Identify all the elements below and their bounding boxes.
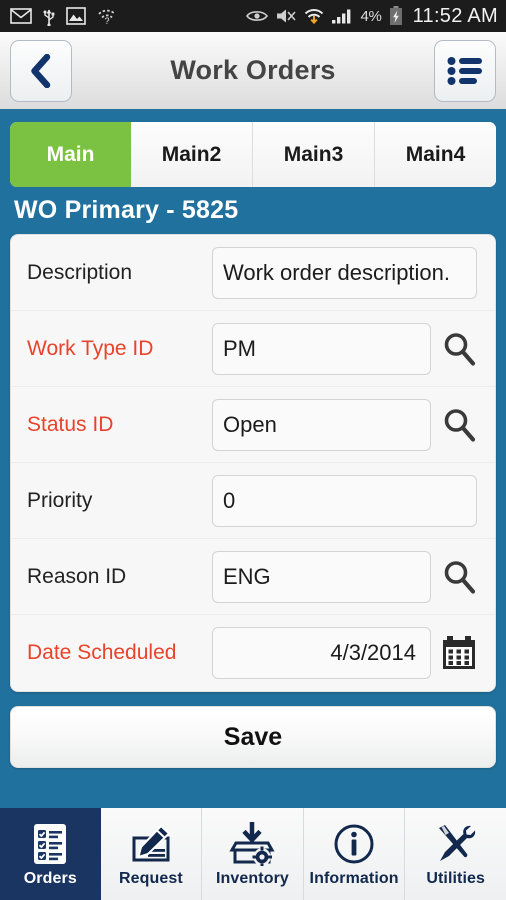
- tab-label: Main2: [161, 142, 222, 166]
- signal-icon: [332, 9, 351, 24]
- tools-icon: [433, 820, 479, 866]
- form-row-priority: Priority 0: [11, 463, 495, 539]
- tab-main2[interactable]: Main2: [131, 122, 253, 187]
- search-icon: [444, 408, 476, 442]
- status-bar-right-icons: 4% 11:52 AM: [246, 5, 498, 28]
- tab-label: Main4: [405, 142, 466, 166]
- form-row-work-type-id: Work Type ID PM: [11, 311, 495, 387]
- search-icon: [444, 332, 476, 366]
- nav-item-orders[interactable]: Orders: [0, 808, 101, 900]
- nav-label-utilities: Utilities: [426, 870, 486, 887]
- tab-label: Main3: [283, 142, 344, 166]
- nav-item-information[interactable]: Information: [303, 808, 406, 900]
- mail-icon: [10, 8, 32, 24]
- status-bar: ? 4% 11:52 AM: [0, 0, 506, 32]
- wifi-question-icon: ?: [98, 9, 116, 25]
- nav-label-inventory: Inventory: [216, 870, 289, 887]
- menu-button[interactable]: [434, 39, 496, 102]
- status-id-lookup-button[interactable]: [431, 407, 487, 443]
- clock: 11:52 AM: [412, 4, 498, 27]
- work-type-id-lookup-button[interactable]: [431, 331, 487, 367]
- nav-label-information: Information: [309, 870, 399, 887]
- field-label-status-id: Status ID: [27, 412, 114, 436]
- work-order-form: Description Work order description. Work…: [10, 234, 496, 692]
- nav-item-request[interactable]: Request: [100, 808, 203, 900]
- battery-percent: 4%: [360, 7, 382, 25]
- bottom-navigation: Orders Request Inventory Information Uti…: [0, 808, 506, 900]
- charging-battery-icon: [389, 6, 402, 25]
- field-label-description: Description: [27, 260, 133, 284]
- tab-main3[interactable]: Main3: [253, 122, 375, 187]
- reason-id-input[interactable]: ENG: [212, 550, 431, 603]
- nav-item-utilities[interactable]: Utilities: [405, 808, 506, 900]
- tab-bar: Main Main2 Main3 Main4: [10, 122, 496, 187]
- calendar-icon: [443, 636, 475, 669]
- svg-text:?: ?: [104, 16, 109, 25]
- field-label-work-type-id: Work Type ID: [27, 336, 154, 360]
- main-content: Main Main2 Main3 Main4 WO Primary - 5825…: [0, 112, 506, 808]
- pencil-form-icon: [128, 820, 174, 866]
- chevron-left-icon: [31, 53, 51, 88]
- nav-item-inventory[interactable]: Inventory: [202, 808, 304, 900]
- tab-main[interactable]: Main: [10, 122, 131, 187]
- info-circle-icon: [332, 820, 376, 866]
- nav-label-request: Request: [118, 870, 183, 887]
- nav-label-orders: Orders: [23, 870, 77, 887]
- status-id-input[interactable]: Open: [212, 398, 431, 451]
- field-label-reason-id: Reason ID: [27, 564, 127, 588]
- search-icon: [444, 560, 476, 594]
- tab-label: Main: [46, 142, 95, 166]
- priority-input[interactable]: 0: [212, 474, 477, 527]
- box-gear-icon: [229, 820, 276, 866]
- app-screen: ? 4% 11:52 AM Work Orders Main Main2 Mai…: [0, 0, 506, 900]
- date-picker-button[interactable]: [431, 635, 487, 671]
- page-title: Work Orders: [170, 55, 336, 85]
- usb-icon: [43, 9, 55, 26]
- work-type-id-input[interactable]: PM: [212, 322, 431, 375]
- form-row-status-id: Status ID Open: [11, 387, 495, 463]
- status-bar-left-icons: ?: [10, 6, 117, 26]
- form-row-date-scheduled: Date Scheduled 4/3/2014: [11, 615, 495, 691]
- back-button[interactable]: [10, 39, 72, 102]
- eye-icon: [246, 11, 269, 21]
- mute-icon: [277, 9, 297, 23]
- title-bar: Work Orders: [0, 32, 506, 112]
- tab-main4[interactable]: Main4: [375, 122, 496, 187]
- field-label-date-scheduled: Date Scheduled: [27, 641, 177, 664]
- section-title: WO Primary - 5825: [14, 196, 239, 224]
- description-input[interactable]: Work order description.: [212, 246, 477, 299]
- field-label-priority: Priority: [27, 488, 93, 512]
- form-row-reason-id: Reason ID ENG: [11, 539, 495, 615]
- save-button-container: Save: [10, 692, 496, 780]
- date-scheduled-input[interactable]: 4/3/2014: [212, 627, 431, 679]
- list-icon: [447, 56, 482, 85]
- reason-id-lookup-button[interactable]: [431, 559, 487, 595]
- wifi-download-icon: [305, 8, 324, 24]
- save-button[interactable]: Save: [10, 706, 496, 768]
- checklist-icon: [29, 820, 71, 866]
- form-row-description: Description Work order description.: [11, 235, 495, 311]
- image-icon: [66, 7, 86, 25]
